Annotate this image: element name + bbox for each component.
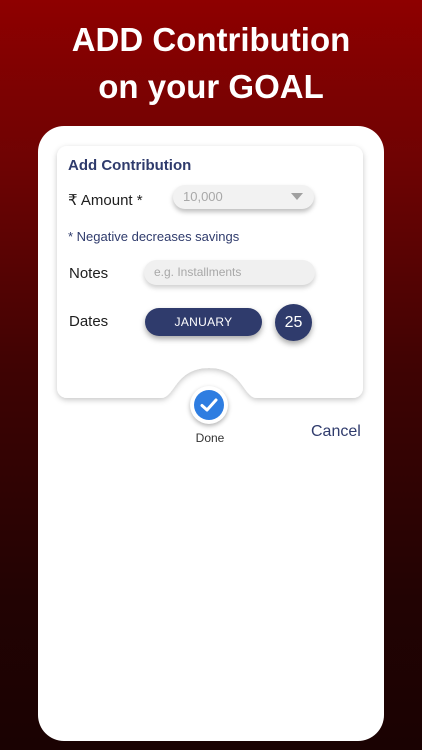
chevron-down-icon [291,193,303,200]
headline-line-1: ADD Contribution [71,21,351,58]
done-label: Done [195,431,225,445]
cancel-button[interactable]: Cancel [311,423,361,441]
month-selector[interactable]: JANUARY [145,308,262,336]
amount-dropdown[interactable]: 10,000 [173,185,314,209]
notes-label: Notes [69,265,109,282]
day-selector[interactable]: 25 [275,304,312,341]
amount-label: ₹ Amount * [68,192,143,209]
add-contribution-card: Add Contribution ₹ Amount * 10,000 * Neg… [57,146,363,398]
card-title: Add Contribution [68,157,192,174]
dates-label: Dates [69,313,109,330]
negative-hint: * Negative decreases savings [68,229,240,244]
headline-line-2: on your GOAL [98,68,324,105]
check-icon [200,398,218,412]
amount-value: 10,000 [183,189,223,204]
notes-input[interactable]: e.g. Installments [144,260,315,285]
done-button[interactable] [190,386,228,424]
notes-placeholder: e.g. Installments [154,265,242,279]
